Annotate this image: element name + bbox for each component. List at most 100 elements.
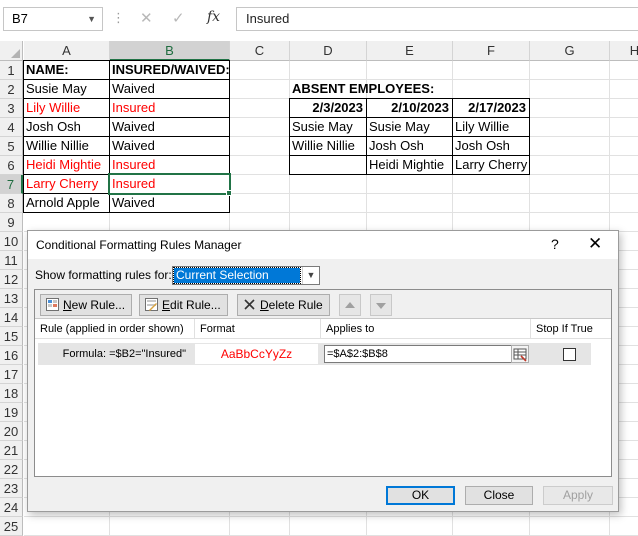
check-icon[interactable]: ✓ xyxy=(172,9,185,27)
show-rules-select[interactable]: Current Selection ▼ xyxy=(172,266,320,285)
cell-employee-name[interactable]: Heidi Mightie xyxy=(23,155,110,175)
cell-employee-status[interactable]: Waived xyxy=(109,193,230,213)
cell-employee-name[interactable]: Josh Osh xyxy=(23,117,110,137)
move-down-button[interactable] xyxy=(370,294,392,316)
cell-absent-name[interactable]: Willie Nillie xyxy=(289,136,367,156)
column-header-e[interactable]: E xyxy=(367,41,453,61)
cell-employee-status[interactable]: Insured xyxy=(109,98,230,118)
row-header-10[interactable]: 10 xyxy=(0,232,23,251)
row-header-16[interactable]: 16 xyxy=(0,346,23,365)
stop-if-true-checkbox[interactable] xyxy=(563,348,576,361)
chevron-down-icon[interactable]: ▼ xyxy=(87,8,96,30)
delete-rule-label: elete Rule xyxy=(268,298,323,312)
new-rule-accel: N xyxy=(63,298,72,312)
row-header-14[interactable]: 14 xyxy=(0,308,23,327)
row-header-20[interactable]: 20 xyxy=(0,422,23,441)
close-icon[interactable]: ✕ xyxy=(588,234,602,254)
cell-name-header[interactable]: NAME: xyxy=(23,60,110,80)
cell-employee-status[interactable]: Waived xyxy=(109,136,230,156)
move-up-button[interactable] xyxy=(339,294,361,316)
chevron-down-icon[interactable]: ▼ xyxy=(302,267,319,284)
column-header-b[interactable]: B xyxy=(110,41,230,61)
close-button[interactable]: Close xyxy=(465,486,533,505)
edit-rule-icon xyxy=(145,298,158,311)
insert-function-icon[interactable]: fx xyxy=(207,9,220,25)
row-header-7[interactable]: 7 xyxy=(0,175,23,194)
cell-employee-status[interactable]: Insured xyxy=(109,155,230,175)
row-header-23[interactable]: 23 xyxy=(0,479,23,498)
row-header-24[interactable]: 24 xyxy=(0,498,23,517)
column-header-d[interactable]: D xyxy=(290,41,367,61)
select-all-button[interactable] xyxy=(0,41,23,61)
formula-value: Insured xyxy=(246,11,290,26)
row-header-22[interactable]: 22 xyxy=(0,460,23,479)
row-header-25[interactable]: 25 xyxy=(0,517,23,536)
row-header-11[interactable]: 11 xyxy=(0,251,23,270)
row-header-4[interactable]: 4 xyxy=(0,118,23,137)
column-header-g[interactable]: G xyxy=(530,41,610,61)
row-header-6[interactable]: 6 xyxy=(0,156,23,175)
row-header-13[interactable]: 13 xyxy=(0,289,23,308)
fill-handle[interactable] xyxy=(226,190,232,196)
row-header-15[interactable]: 15 xyxy=(0,327,23,346)
show-rules-value: Current Selection xyxy=(173,267,301,284)
cell-employee-status[interactable]: Waived xyxy=(109,117,230,137)
collapse-dialog-button[interactable] xyxy=(511,345,529,363)
cell-employee-name[interactable]: Susie May xyxy=(23,79,110,99)
name-box[interactable]: B7 ▼ xyxy=(3,7,103,31)
edit-rule-accel: E xyxy=(162,298,171,312)
cross-icon[interactable]: ✕ xyxy=(140,9,153,27)
rule-format-preview: AaBbCcYyZz xyxy=(195,344,318,364)
cell-absent-title[interactable]: ABSENT EMPLOYEES: xyxy=(290,80,490,99)
apply-button[interactable]: Apply xyxy=(543,486,613,505)
cell-status-header[interactable]: INSURED/WAIVED: xyxy=(109,60,230,80)
cell-employee-name[interactable]: Willie Nillie xyxy=(23,136,110,156)
row-header-3[interactable]: 3 xyxy=(0,99,23,118)
cell-absent-name[interactable]: Josh Osh xyxy=(366,136,453,156)
row-header-2[interactable]: 2 xyxy=(0,80,23,99)
ok-button[interactable]: OK xyxy=(386,486,455,505)
arrow-up-icon xyxy=(345,302,355,308)
row-header-21[interactable]: 21 xyxy=(0,441,23,460)
cell-absent-name[interactable] xyxy=(289,155,367,175)
rule-row[interactable]: Formula: =$B2="Insured" AaBbCcYyZz =$A$2… xyxy=(38,343,591,365)
cell-absent-name[interactable]: Susie May xyxy=(366,117,453,137)
new-rule-label: ew Rule... xyxy=(71,298,126,312)
cell-absent-name[interactable]: Lily Willie xyxy=(452,117,530,137)
conditional-formatting-dialog: Conditional Formatting Rules Manager ? ✕… xyxy=(27,230,619,512)
cell-absent-name[interactable]: Susie May xyxy=(289,117,367,137)
cell-absent-date[interactable]: 2/3/2023 xyxy=(289,98,367,118)
drag-handle-icon[interactable]: ⋮ xyxy=(112,10,125,26)
cell-employee-name[interactable]: Lily Willie xyxy=(23,98,110,118)
cell-absent-name[interactable]: Larry Cherry xyxy=(452,155,530,175)
cell-absent-name[interactable]: Heidi Mightie xyxy=(366,155,453,175)
edit-rule-button[interactable]: Edit Rule... xyxy=(139,294,228,316)
row-header-8[interactable]: 8 xyxy=(0,194,23,213)
row-header-18[interactable]: 18 xyxy=(0,384,23,403)
cell-employee-name[interactable]: Larry Cherry xyxy=(23,174,110,194)
formula-bar: B7 ▼ ⋮ ✕ ✓ fx Insured xyxy=(0,0,638,40)
dialog-title: Conditional Formatting Rules Manager xyxy=(36,238,242,252)
row-header-9[interactable]: 9 xyxy=(0,213,23,232)
row-header-5[interactable]: 5 xyxy=(0,137,23,156)
column-header-a[interactable]: A xyxy=(24,41,110,61)
cell-absent-date[interactable]: 2/17/2023 xyxy=(452,98,530,118)
cell-absent-date[interactable]: 2/10/2023 xyxy=(366,98,453,118)
help-icon[interactable]: ? xyxy=(551,236,559,252)
formula-input[interactable]: Insured xyxy=(236,7,638,31)
column-header-c[interactable]: C xyxy=(230,41,290,61)
dialog-titlebar: Conditional Formatting Rules Manager ? ✕ xyxy=(28,231,618,259)
new-rule-button[interactable]: New Rule... xyxy=(40,294,133,316)
cell-absent-name[interactable]: Josh Osh xyxy=(452,136,530,156)
range-select-icon xyxy=(513,348,527,362)
row-header-1[interactable]: 1 xyxy=(0,61,23,80)
row-header-19[interactable]: 19 xyxy=(0,403,23,422)
column-header-f[interactable]: F xyxy=(453,41,530,61)
row-header-17[interactable]: 17 xyxy=(0,365,23,384)
row-header-12[interactable]: 12 xyxy=(0,270,23,289)
cell-employee-name[interactable]: Arnold Apple xyxy=(23,193,110,213)
applies-to-input[interactable]: =$A$2:$B$8 xyxy=(324,345,516,363)
delete-rule-button[interactable]: Delete Rule xyxy=(237,294,330,316)
cell-employee-status[interactable]: Waived xyxy=(109,79,230,99)
column-header-h[interactable]: H xyxy=(610,41,638,61)
